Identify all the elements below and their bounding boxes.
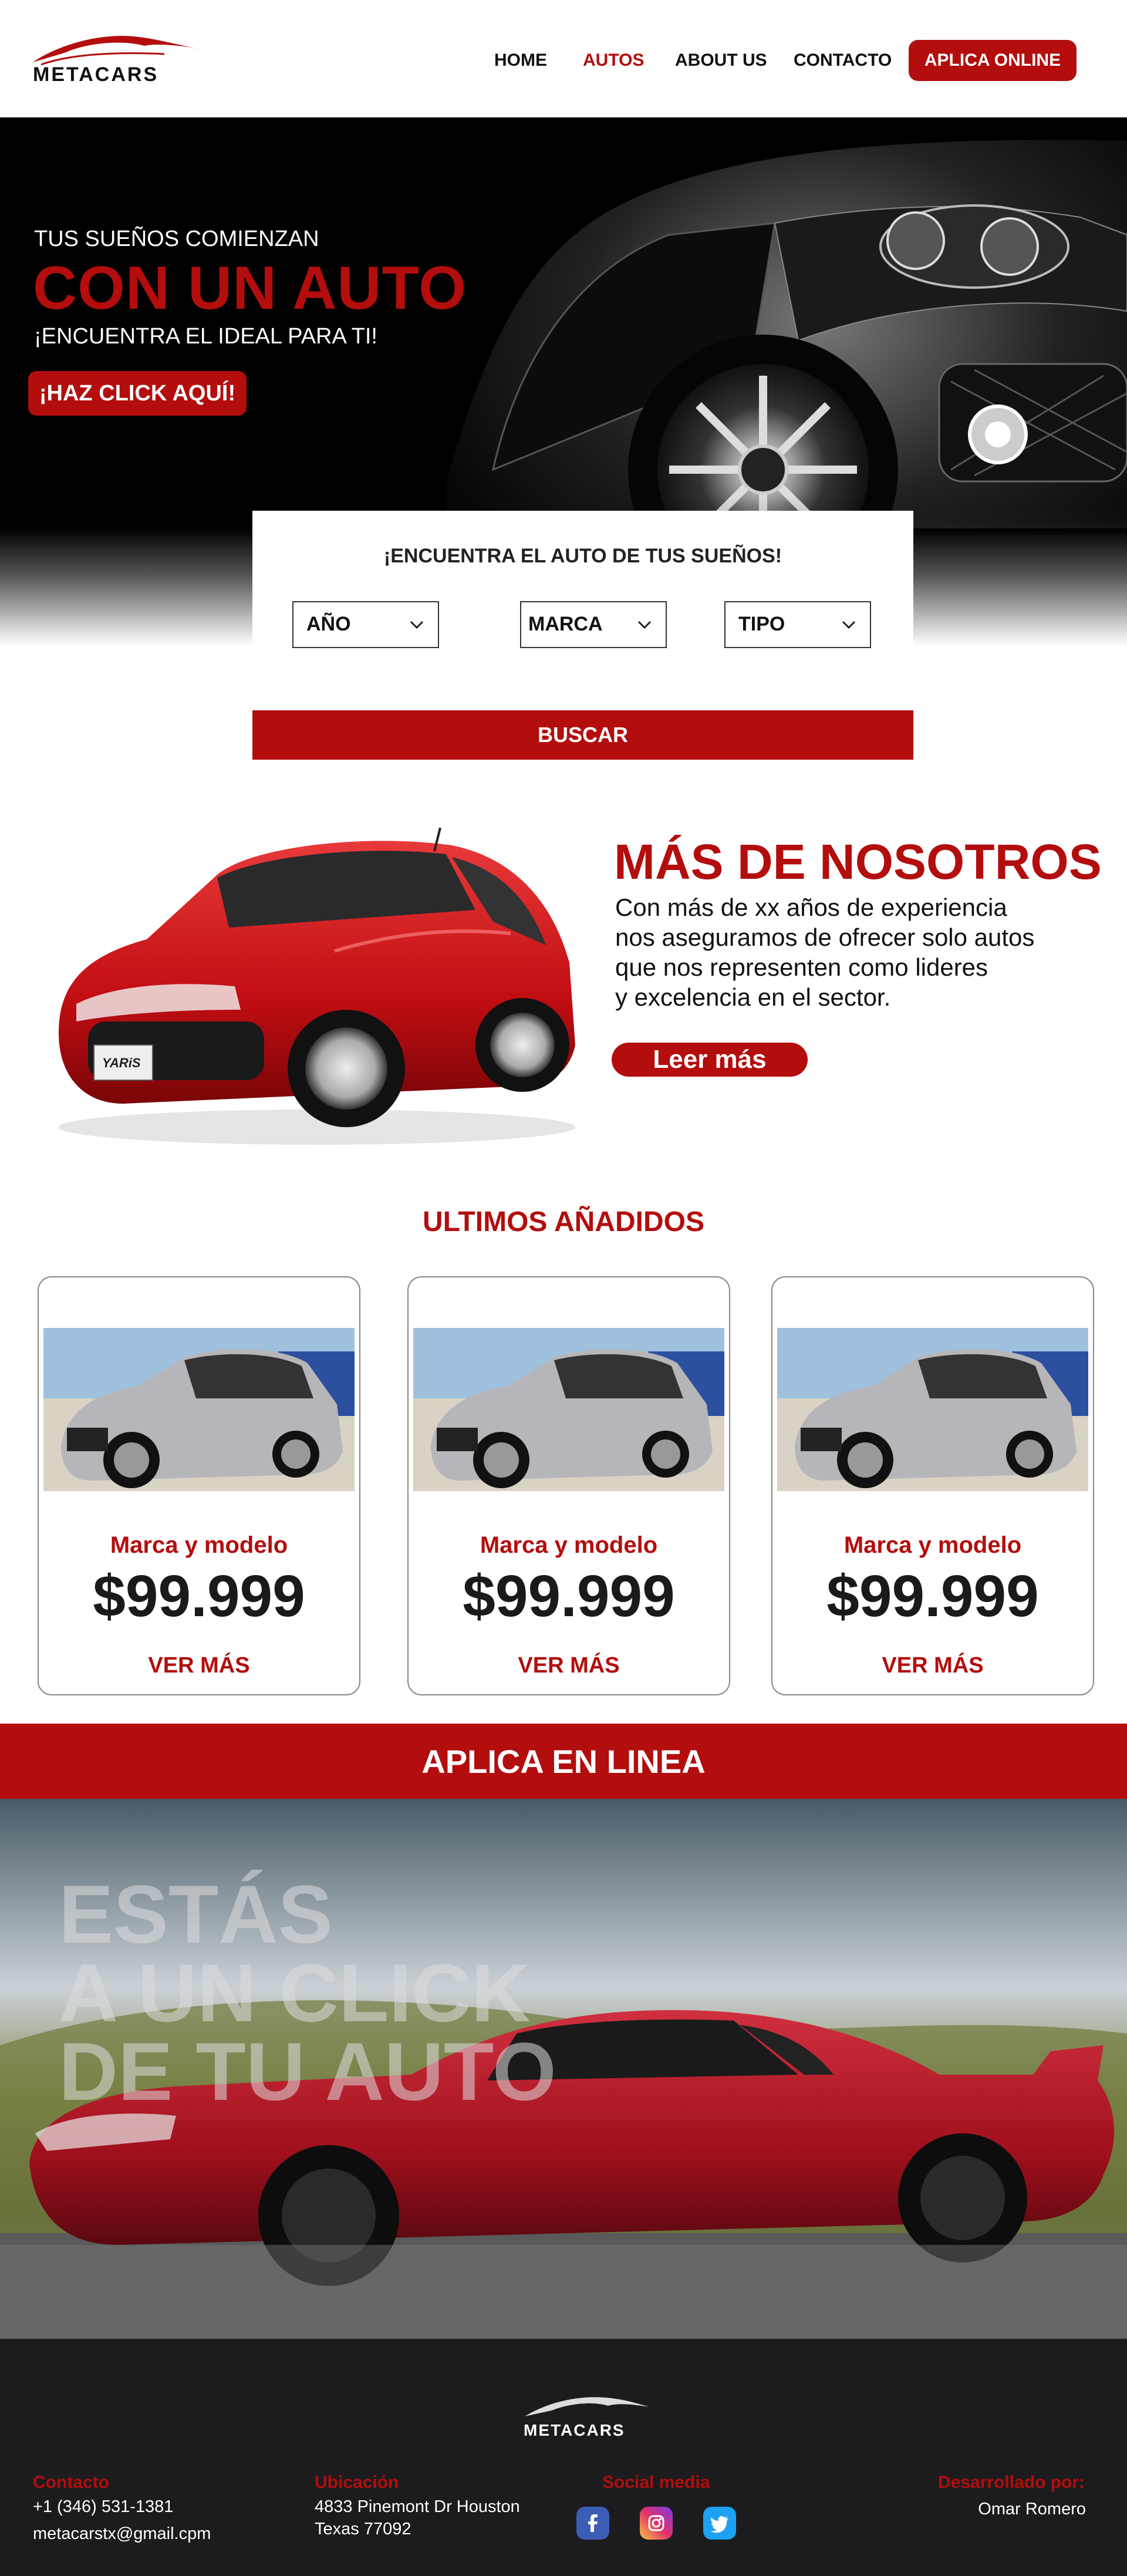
search-button[interactable]: BUSCAR bbox=[252, 710, 913, 760]
footer-logo-text[interactable]: METACARS bbox=[524, 2421, 625, 2440]
car-card: Marca y modelo $99.999 VER MÁS bbox=[771, 1276, 1094, 1695]
footer-social-heading: Social media bbox=[602, 2473, 710, 2492]
about-title: MÁS DE NOSOTROS bbox=[614, 834, 1102, 889]
card-see-more-link[interactable]: VER MÁS bbox=[39, 1653, 359, 1678]
search-panel: ¡ENCUENTRA EL AUTO DE TUS SUEÑOS! AÑO MA… bbox=[252, 511, 913, 681]
promo-line: DE TU AUTO bbox=[59, 2025, 556, 2118]
card-price: $99.999 bbox=[93, 1563, 305, 1629]
card-see-more-link[interactable]: VER MÁS bbox=[409, 1653, 729, 1678]
footer-contact-heading: Contacto bbox=[33, 2473, 109, 2492]
instagram-icon[interactable] bbox=[640, 2507, 673, 2540]
card-model: Marca y modelo bbox=[843, 1532, 1022, 1558]
chevron-down-icon bbox=[410, 621, 424, 629]
footer-address-line2: Texas 77092 bbox=[315, 2520, 411, 2538]
footer-location-heading: Ubicación bbox=[315, 2473, 399, 2492]
footer-email[interactable]: metacarstx@gmail.cpm bbox=[33, 2524, 211, 2544]
hero-tagline: TUS SUEÑOS COMIENZAN bbox=[34, 227, 319, 251]
car-card: Marca y modelo $99.999 VER MÁS bbox=[38, 1276, 360, 1695]
car-photo bbox=[413, 1328, 724, 1491]
chevron-down-icon bbox=[842, 621, 856, 629]
type-select-label: TIPO bbox=[738, 613, 785, 635]
card-price: $99.999 bbox=[463, 1563, 675, 1629]
site-header: METACARS HOME AUTOS ABOUT US CONTACTO AP… bbox=[0, 0, 1127, 117]
hero-subheadline: ¡ENCUENTRA EL IDEAL PARA TI! bbox=[34, 324, 377, 349]
site-footer: METACARS Contacto +1 (346) 531-1381 meta… bbox=[0, 2339, 1127, 2576]
logo-text[interactable]: METACARS bbox=[33, 63, 158, 86]
red-hatchback-image: YARiS bbox=[59, 827, 575, 1145]
promo-banner: ESTÁS A UN CLICK DE TU AUTO bbox=[0, 1799, 1127, 2339]
nav-home[interactable]: HOME bbox=[494, 50, 547, 70]
search-title: ¡ENCUENTRA EL AUTO DE TUS SUEÑOS! bbox=[383, 545, 782, 567]
logo-car-icon[interactable] bbox=[29, 28, 205, 66]
nav-contacto[interactable]: CONTACTO bbox=[794, 50, 892, 70]
hero-headline: CON UN AUTO bbox=[33, 254, 467, 322]
card-see-more-link[interactable]: VER MÁS bbox=[772, 1653, 1093, 1678]
nav-about-us[interactable]: ABOUT US bbox=[675, 50, 767, 70]
footer-credits-name: Omar Romero bbox=[978, 2500, 1086, 2518]
year-select-label: AÑO bbox=[306, 613, 351, 635]
apply-online-banner[interactable]: APLICA EN LINEA bbox=[0, 1724, 1127, 1799]
apply-online-button[interactable]: APLICA ONLINE bbox=[909, 40, 1077, 81]
card-model: Marca y modelo bbox=[480, 1532, 658, 1558]
card-model: Marca y modelo bbox=[110, 1532, 288, 1558]
plate-text: YARiS bbox=[102, 1056, 141, 1070]
chevron-down-icon bbox=[637, 621, 652, 629]
brand-select[interactable]: MARCA bbox=[520, 601, 667, 648]
footer-phone[interactable]: +1 (346) 531-1381 bbox=[33, 2497, 173, 2517]
about-text: Con más de xx años de experiencia nos as… bbox=[615, 893, 1035, 1011]
promo-line: ESTÁS bbox=[59, 1868, 333, 1960]
twitter-icon[interactable] bbox=[703, 2507, 736, 2540]
car-card: Marca y modelo $99.999 VER MÁS bbox=[407, 1276, 730, 1695]
hero-click-button[interactable]: ¡HAZ CLICK AQUÍ! bbox=[28, 371, 247, 416]
facebook-icon[interactable] bbox=[576, 2507, 609, 2540]
read-more-button[interactable]: Leer más bbox=[612, 1043, 808, 1077]
year-select[interactable]: AÑO bbox=[292, 601, 439, 648]
type-select[interactable]: TIPO bbox=[724, 601, 871, 648]
nav-autos[interactable]: AUTOS bbox=[583, 50, 644, 70]
footer-credits-heading: Desarrollado por: bbox=[938, 2473, 1085, 2492]
latest-title: ULTIMOS AÑADIDOS bbox=[423, 1206, 704, 1238]
car-photo bbox=[777, 1328, 1088, 1491]
promo-line: A UN CLICK bbox=[59, 1947, 531, 2039]
footer-address-line1: 4833 Pinemont Dr Houston bbox=[315, 2497, 520, 2516]
card-price: $99.999 bbox=[826, 1563, 1039, 1629]
brand-select-label: MARCA bbox=[528, 613, 603, 635]
promo-headline: ESTÁS A UN CLICK DE TU AUTO bbox=[59, 1868, 556, 2118]
footer-logo-car-icon[interactable] bbox=[522, 2390, 652, 2420]
car-photo bbox=[43, 1328, 355, 1491]
